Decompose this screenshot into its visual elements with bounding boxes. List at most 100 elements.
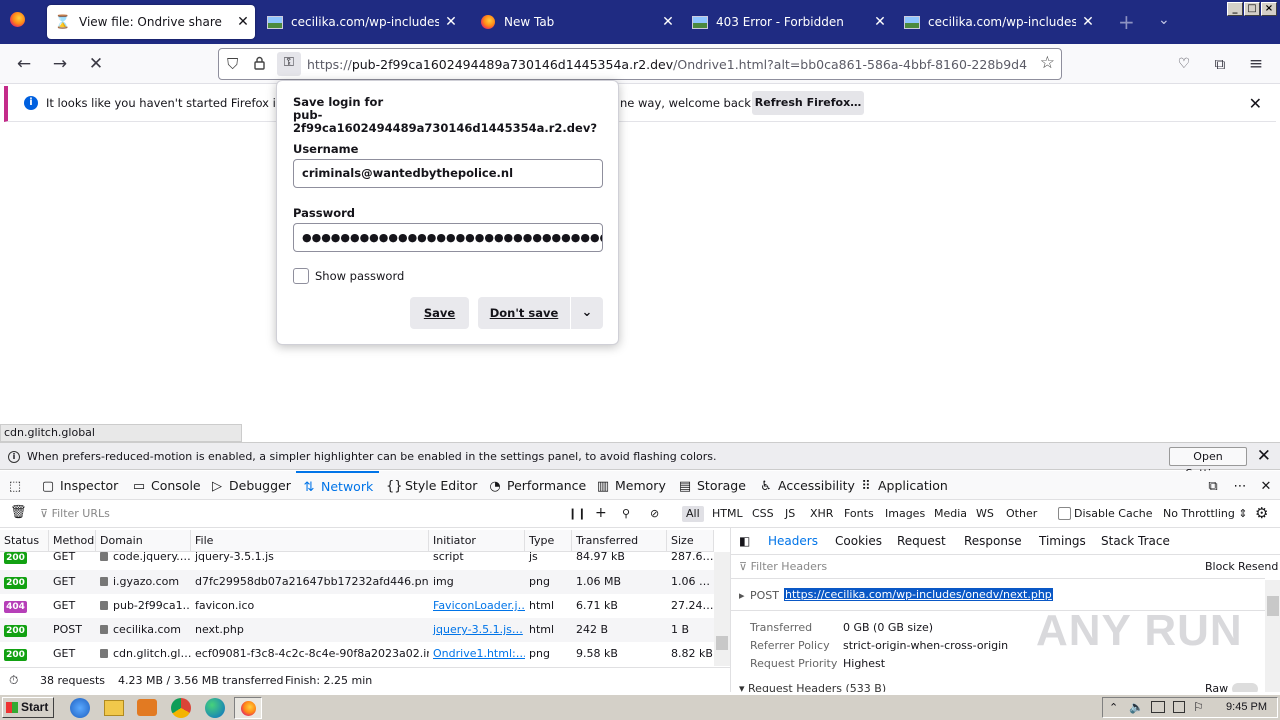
details-scrollbar[interactable] xyxy=(1265,580,1280,692)
pause-icon[interactable]: ❙❙ xyxy=(568,507,586,520)
table-row[interactable]: 200 GET code.jquery.… jquery-3.5.1.js sc… xyxy=(0,550,714,566)
shield-icon[interactable]: ⛉ xyxy=(227,55,238,73)
flag-icon[interactable]: ⚐ xyxy=(1193,700,1204,714)
firefox-taskbar-button[interactable] xyxy=(234,697,262,719)
tab-console[interactable]: ▭ Console xyxy=(132,471,201,500)
hamburger-menu-icon[interactable]: ≡ xyxy=(1246,54,1266,74)
tab-timings[interactable]: Timings xyxy=(1039,534,1086,548)
volume-icon[interactable]: 🔈 xyxy=(1129,700,1144,714)
tab-new-tab[interactable]: New Tab ✕ xyxy=(472,5,680,39)
block-icon[interactable]: ⊘ xyxy=(650,507,659,520)
resend-button[interactable]: Resend xyxy=(1238,560,1278,573)
show-password-label[interactable]: Show password xyxy=(315,269,404,283)
table-row[interactable]: 200 GET cdn.glitch.gl… ecf09081-f3c8-4c2… xyxy=(0,642,714,666)
tab-cecilika-2[interactable]: cecilika.com/wp-includes/onedv/ ✕ xyxy=(896,5,1100,39)
maximize-button[interactable]: □ xyxy=(1244,2,1260,16)
dock-icon[interactable]: ⧉ xyxy=(1206,471,1225,500)
filter-other[interactable]: Other xyxy=(1006,507,1037,520)
notification-close-icon[interactable]: ✕ xyxy=(1249,94,1262,113)
forward-arrow-icon[interactable]: → xyxy=(50,54,70,74)
table-row[interactable]: 200 POST cecilika.com next.php jquery-3.… xyxy=(0,618,714,642)
refresh-firefox-button[interactable]: Refresh Firefox… xyxy=(752,91,864,115)
lock-icon[interactable] xyxy=(254,56,265,70)
minimize-button[interactable]: _ xyxy=(1227,2,1243,16)
throttling-select[interactable]: No Throttling ⇕ xyxy=(1163,507,1248,520)
filter-css[interactable]: CSS xyxy=(752,507,774,520)
tab-close-icon[interactable]: ✕ xyxy=(1076,14,1100,30)
open-settings-button[interactable]: Open Settings xyxy=(1169,447,1247,480)
url-bar[interactable]: ⛉ ⚿ https://pub-2f99ca1602494489a730146d… xyxy=(218,48,1062,80)
show-password-checkbox[interactable] xyxy=(293,268,309,284)
more-options-icon[interactable]: ⋯ xyxy=(1233,471,1252,500)
search-icon[interactable]: ⚲ xyxy=(622,507,630,520)
chrome-icon[interactable] xyxy=(171,698,191,718)
filter-xhr[interactable]: XHR xyxy=(810,507,833,520)
tab-inspector[interactable]: ▢ Inspector xyxy=(41,471,118,500)
start-button[interactable]: Start xyxy=(2,697,54,718)
tab-stack-trace[interactable]: Stack Trace xyxy=(1101,534,1170,548)
filter-fonts[interactable]: Fonts xyxy=(844,507,874,520)
back-arrow-icon[interactable]: ← xyxy=(14,54,34,74)
edge-icon[interactable] xyxy=(205,698,225,718)
filter-all[interactable]: All xyxy=(682,506,704,522)
disable-cache-label[interactable]: Disable Cache xyxy=(1074,507,1153,520)
tab-cookies[interactable]: Cookies xyxy=(835,534,882,548)
tab-memory[interactable]: ▥ Memory xyxy=(596,471,666,500)
chevron-down-icon[interactable]: ⌄ xyxy=(571,297,603,329)
col-method[interactable]: Method xyxy=(49,530,96,552)
tab-headers[interactable]: Headers xyxy=(768,534,818,548)
tab-close-icon[interactable]: ✕ xyxy=(656,14,680,30)
filter-media[interactable]: Media xyxy=(934,507,967,520)
filter-js[interactable]: JS xyxy=(785,507,795,520)
element-picker-icon[interactable]: ⬚ xyxy=(8,471,27,500)
ie-icon[interactable] xyxy=(70,698,90,718)
media-player-icon[interactable] xyxy=(137,699,157,716)
tray-arrow-icon[interactable]: ⌃ xyxy=(1109,701,1118,714)
col-initiator[interactable]: Initiator xyxy=(429,530,525,552)
notice-close-icon[interactable]: ✕ xyxy=(1257,446,1271,466)
filter-headers-input[interactable]: ⊽ Filter Headers xyxy=(739,560,827,573)
col-status[interactable]: Status xyxy=(0,530,49,552)
pocket-icon[interactable]: ♡ xyxy=(1174,54,1194,74)
tab-403-error[interactable]: 403 Error - Forbidden ✕ xyxy=(684,5,892,39)
tab-response[interactable]: Response xyxy=(964,534,1022,548)
tab-style-editor[interactable]: {} Style Editor xyxy=(386,471,477,500)
col-file[interactable]: File xyxy=(191,530,429,552)
tab-close-icon[interactable]: ✕ xyxy=(868,14,892,30)
dont-save-button[interactable]: Don't save xyxy=(478,297,570,329)
stop-loading-icon[interactable]: ✕ xyxy=(86,54,106,74)
save-button[interactable]: Save xyxy=(410,297,469,329)
request-headers-section[interactable]: ▾ Request Headers (533 B) xyxy=(739,682,886,692)
key-icon[interactable]: ⚿ xyxy=(277,52,301,76)
filter-images[interactable]: Images xyxy=(885,507,925,520)
toggle-sidebar-icon[interactable]: ◧ xyxy=(739,534,750,548)
table-row[interactable]: 404 GET pub-2f99ca1… favicon.ico Favicon… xyxy=(0,594,714,618)
devtools-close-icon[interactable]: ✕ xyxy=(1259,471,1278,500)
bookmark-star-icon[interactable]: ☆ xyxy=(1040,53,1055,73)
expand-arrow-icon[interactable]: ▸ xyxy=(739,589,745,602)
url-text[interactable]: https://pub-2f99ca1602494489a730146d1445… xyxy=(307,57,1027,72)
tab-accessibility[interactable]: ♿ Accessibility xyxy=(759,471,855,500)
block-button[interactable]: Block xyxy=(1205,560,1235,573)
tab-network[interactable]: ⇅ Network xyxy=(296,471,380,500)
raw-toggle[interactable] xyxy=(1232,683,1258,692)
col-transferred[interactable]: Transferred xyxy=(572,530,667,552)
display-icon[interactable] xyxy=(1173,701,1185,713)
username-field[interactable]: criminals@wantedbythepolice.nl xyxy=(293,159,603,188)
tab-performance[interactable]: ◔ Performance xyxy=(488,471,586,500)
table-row[interactable]: 200 GET i.gyazo.com d7fc29958db07a21647b… xyxy=(0,570,714,594)
new-tab-icon[interactable]: + xyxy=(1118,10,1135,34)
request-table-scrollbar[interactable] xyxy=(714,552,730,666)
col-type[interactable]: Type xyxy=(525,530,572,552)
clock[interactable]: 9:45 PM xyxy=(1226,701,1267,713)
col-domain[interactable]: Domain xyxy=(96,530,191,552)
firefox-menu-icon[interactable] xyxy=(10,12,25,27)
tab-storage[interactable]: ▤ Storage xyxy=(678,471,746,500)
col-size[interactable]: Size xyxy=(667,530,714,552)
trash-icon[interactable]: 🗑 xyxy=(10,505,27,520)
extensions-icon[interactable]: ⧉ xyxy=(1210,54,1230,74)
tab-view-file[interactable]: ⌛ View file: Ondrive share ✕ xyxy=(47,5,255,39)
list-all-tabs-icon[interactable]: ⌄ xyxy=(1158,12,1170,28)
window-close-button[interactable]: × xyxy=(1261,2,1277,16)
disable-cache-checkbox[interactable] xyxy=(1058,507,1071,520)
